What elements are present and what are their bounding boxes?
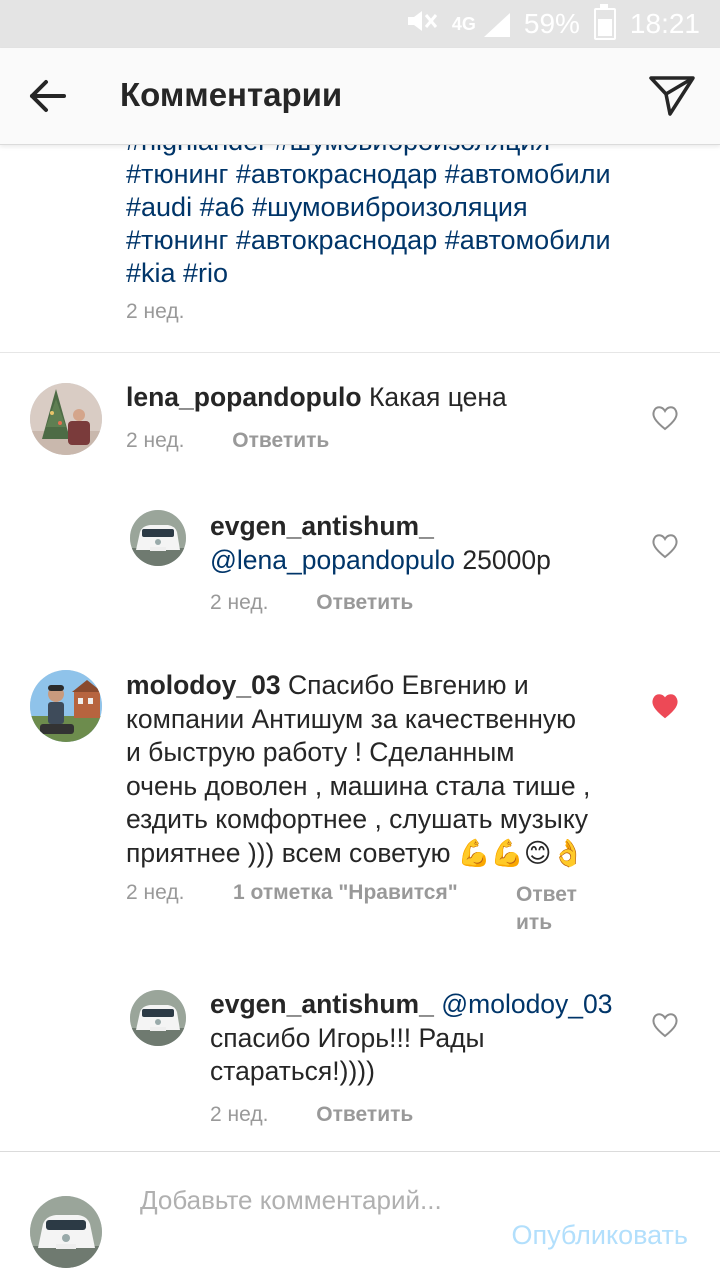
like-button[interactable] [651,533,679,559]
caption-line[interactable]: #тюнинг #автокраснодар #автомобили [126,224,686,257]
comment-text: ездить комфортнее , слушать музыку [126,804,588,834]
battery-fill [597,19,612,36]
reply-text: 25000р [462,544,551,575]
like-button[interactable] [651,1012,679,1038]
mention[interactable]: @lena_popandopulo [210,545,455,575]
reply-body: evgen_antishum_ @lena_popandopulo 25000р [210,510,630,577]
avatar[interactable] [30,383,102,455]
username[interactable]: evgen_antishum_ [210,510,630,544]
back-button[interactable] [28,78,68,114]
paper-plane-icon [649,76,695,116]
comment-text: очень доволен , машина стала тише , [126,770,591,801]
status-bar: 4G 59% 18:21 [0,0,720,48]
reply-button[interactable]: Ответить [316,1103,413,1126]
reply-timestamp: 2 нед. [210,591,269,614]
heart-outline-icon [652,534,678,559]
publish-button[interactable]: Опубликовать [511,1220,688,1251]
avatar[interactable] [130,990,186,1046]
caption-line[interactable]: #kia #rio [126,257,686,290]
reply-button[interactable]: Ответить [316,591,413,614]
reply-label-part: ить [516,911,553,934]
app-bar: Комментарии [0,48,720,145]
reply-body: evgen_antishum_ @molodoy_03 спасибо Игор… [210,988,630,1089]
page-title: Комментарии [120,76,343,113]
comment-body: molodoy_03 Спасибо Евгению и компании Ан… [126,669,626,870]
network-type: 4G [451,13,476,34]
comment-text: и быструю работу ! Сделанным [126,737,515,767]
caption-line[interactable]: #highlander #шумовиброизоляция [126,145,686,158]
username[interactable]: evgen_antishum_ [210,989,434,1019]
reply-meta: 2 нед. Ответить [210,1103,413,1127]
comment-meta: 2 нед. Ответить [126,429,329,453]
share-button[interactable] [648,74,696,118]
battery-icon [593,4,616,40]
like-button[interactable] [651,693,679,719]
reply-label-part: Ответ [516,883,577,906]
likes-count-link[interactable]: 1 отметка "Нравится" [233,881,458,905]
clock: 18:21 [629,8,700,39]
caption-timestamp: 2 нед. [126,300,185,323]
comment-input[interactable] [140,1184,470,1254]
comment-composer: Опубликовать [0,1152,720,1280]
post-caption: #highlander #шумовиброизоляция #тюнинг #… [126,145,686,290]
reply-button[interactable]: Ответить [232,429,329,452]
comment-text: Какая цена [368,382,507,412]
comment-timestamp: 2 нед. [126,881,185,904]
reply-button[interactable]: Ответ ить [516,881,577,937]
heart-filled-icon [652,694,678,719]
avatar[interactable] [30,670,102,742]
comment-text: компании Антишум за качественную [126,703,577,734]
comment-timestamp: 2 нед. [126,429,185,452]
mention[interactable]: @molodoy_03 [441,989,612,1019]
username[interactable]: molodoy_03 [126,670,281,700]
heart-outline-icon [652,406,678,431]
username[interactable]: lena_popandopulo [126,382,362,412]
avatar [30,1196,102,1268]
reply-timestamp: 2 нед. [210,1103,269,1126]
arrow-left-icon [30,80,66,112]
caption-line[interactable]: #audi #a6 #шумовиброизоляция [126,191,686,224]
comment-text: приятнее ))) всем советую 💪💪😊👌 [126,837,585,868]
avatar[interactable] [130,510,186,566]
mute-icon [406,8,438,40]
divider [0,352,720,353]
heart-outline-icon [652,1013,678,1038]
reply-text: стараться!)))) [210,1056,375,1086]
caption-line[interactable]: #тюнинг #автокраснодар #автомобили [126,158,686,191]
battery-percent: 59% [523,8,580,39]
signal-icon [483,12,510,37]
comment-text: Спасибо Евгению и [288,670,529,700]
comments-list[interactable]: #highlander #шумовиброизоляция #тюнинг #… [0,145,720,1151]
reply-meta: 2 нед. Ответить [210,591,413,615]
like-button[interactable] [651,405,679,431]
comment-body: lena_popandopulo Какая цена [126,381,626,415]
reply-text: спасибо Игорь!!! Рады [210,1022,485,1053]
